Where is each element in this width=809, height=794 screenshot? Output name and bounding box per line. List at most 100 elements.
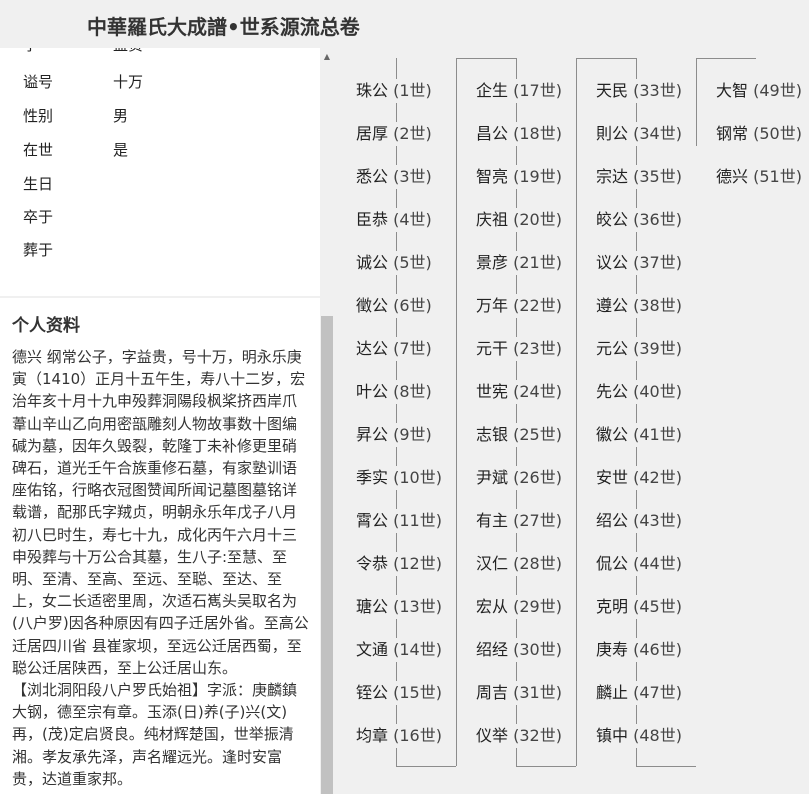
member-name: 庚寿 [596, 640, 634, 659]
member-name: 议公 [596, 253, 634, 272]
lineage-member[interactable]: 镇中 (48世) [594, 724, 684, 748]
member-generation: (35世) [633, 167, 682, 186]
lineage-member[interactable]: 绍公 (43世) [594, 509, 684, 533]
lineage-member[interactable]: 季实 (10世) [354, 466, 444, 490]
lineage-member[interactable]: 汉仁 (28世) [474, 552, 564, 576]
profile-label: 字 [23, 48, 113, 55]
member-generation: (6世) [393, 296, 432, 315]
lineage-connector [696, 58, 697, 146]
lineage-member[interactable]: 世宪 (24世) [474, 380, 564, 404]
lineage-member[interactable]: 庚寿 (46世) [594, 638, 684, 662]
member-generation: (42世) [633, 468, 682, 487]
member-generation: (49世) [753, 81, 802, 100]
lineage-member[interactable]: 诚公 (5世) [354, 251, 434, 275]
member-generation: (38世) [633, 296, 682, 315]
lineage-member[interactable]: 天民 (33世) [594, 79, 684, 103]
lineage-member[interactable]: 万年 (22世) [474, 294, 564, 318]
lineage-member[interactable]: 企生 (17世) [474, 79, 564, 103]
member-name: 克明 [596, 597, 634, 616]
lineage-member[interactable]: 安世 (42世) [594, 466, 684, 490]
profile-row-posthumous-name: 谥号 十万 [23, 72, 143, 92]
lineage-member[interactable]: 侃公 (44世) [594, 552, 684, 576]
lineage-member[interactable]: 庆祖 (20世) [474, 208, 564, 232]
scrollbar[interactable]: ▲ [320, 48, 334, 794]
member-name: 铚公 [356, 683, 394, 702]
lineage-member[interactable]: 悉公 (3世) [354, 165, 434, 189]
member-name: 叶公 [356, 382, 394, 401]
lineage-member[interactable]: 宗达 (35世) [594, 165, 684, 189]
profile-value: 十万 [113, 73, 144, 91]
lineage-member[interactable]: 令恭 (12世) [354, 552, 444, 576]
profile-panel[interactable]: 字益贵 谥号 十万 性别 男 在世 是 生日 卒于 葬于 个人资料 德兴 纲常公子，字… [0, 48, 320, 794]
member-generation: (41世) [633, 425, 682, 444]
lineage-member[interactable]: 达公 (7世) [354, 337, 434, 361]
lineage-member[interactable]: 大智 (49世) [714, 79, 804, 103]
member-name: 令恭 [356, 554, 394, 573]
lineage-member[interactable]: 周吉 (31世) [474, 681, 564, 705]
lineage-member[interactable]: 钢常 (50世) [714, 122, 804, 146]
member-generation: (28世) [513, 554, 562, 573]
profile-row-partial: 字益贵 [23, 48, 143, 55]
lineage-member[interactable]: 景彦 (21世) [474, 251, 564, 275]
lineage-member[interactable]: 议公 (37世) [594, 251, 684, 275]
lineage-member[interactable]: 徽公 (41世) [594, 423, 684, 447]
lineage-member[interactable]: 先公 (40世) [594, 380, 684, 404]
member-generation: (24世) [513, 382, 562, 401]
profile-label: 在世 [23, 141, 54, 159]
member-generation: (32世) [513, 726, 562, 745]
member-generation: (17世) [513, 81, 562, 100]
lineage-member[interactable]: 元公 (39世) [594, 337, 684, 361]
scroll-up-arrow-icon[interactable]: ▲ [320, 52, 334, 62]
lineage-member[interactable]: 仪举 (32世) [474, 724, 564, 748]
member-generation: (40世) [633, 382, 682, 401]
lineage-member[interactable]: 德兴 (51世) [714, 165, 804, 189]
lineage-member[interactable]: 遵公 (38世) [594, 294, 684, 318]
lineage-member[interactable]: 绍经 (30世) [474, 638, 564, 662]
lineage-member[interactable]: 珠公 (1世) [354, 79, 434, 103]
lineage-member[interactable]: 霄公 (11世) [354, 509, 444, 533]
member-generation: (9世) [393, 425, 432, 444]
lineage-member[interactable]: 铚公 (15世) [354, 681, 444, 705]
profile-value: 益贵 [113, 48, 143, 54]
member-generation: (48世) [633, 726, 682, 745]
lineage-member[interactable]: 瑭公 (13世) [354, 595, 444, 619]
lineage-member[interactable]: 均章 (16世) [354, 724, 444, 748]
member-name: 绍公 [596, 511, 634, 530]
profile-row-birthday: 生日 [23, 174, 113, 194]
lineage-member[interactable]: 志银 (25世) [474, 423, 564, 447]
lineage-member[interactable]: 克明 (45世) [594, 595, 684, 619]
lineage-member[interactable]: 元干 (23世) [474, 337, 564, 361]
lineage-tree: 珠公 (1世) 居厚 (2世) 悉公 (3世) 臣恭 (4世) 诚公 (5世) 徵公 (6… [334, 48, 809, 794]
member-name: 則公 [596, 124, 634, 143]
scrollbar-thumb[interactable] [321, 316, 333, 794]
lineage-member[interactable]: 叶公 (8世) [354, 380, 434, 404]
lineage-member[interactable]: 徵公 (6世) [354, 294, 434, 318]
lineage-member[interactable]: 尹斌 (26世) [474, 466, 564, 490]
member-generation: (43世) [633, 511, 682, 530]
member-name: 臣恭 [356, 210, 394, 229]
lineage-member[interactable]: 臣恭 (4世) [354, 208, 434, 232]
lineage-member[interactable]: 皎公 (36世) [594, 208, 684, 232]
lineage-member[interactable]: 昇公 (9世) [354, 423, 434, 447]
lineage-member[interactable]: 宏从 (29世) [474, 595, 564, 619]
member-name: 遵公 [596, 296, 634, 315]
member-name: 仪举 [476, 726, 514, 745]
member-name: 景彦 [476, 253, 514, 272]
member-name: 文通 [356, 640, 394, 659]
lineage-connector [636, 766, 696, 767]
lineage-member[interactable]: 麟止 (47世) [594, 681, 684, 705]
lineage-member[interactable]: 則公 (34世) [594, 122, 684, 146]
member-generation: (3世) [393, 167, 432, 186]
member-generation: (50世) [753, 124, 802, 143]
member-generation: (51世) [753, 167, 802, 186]
lineage-member[interactable]: 有主 (27世) [474, 509, 564, 533]
lineage-member[interactable]: 文通 (14世) [354, 638, 444, 662]
lineage-member[interactable]: 昌公 (18世) [474, 122, 564, 146]
profile-value: 男 [113, 107, 129, 125]
member-name: 悉公 [356, 167, 394, 186]
lineage-member[interactable]: 居厚 (2世) [354, 122, 434, 146]
member-name: 侃公 [596, 554, 634, 573]
member-generation: (8世) [393, 382, 432, 401]
lineage-connector [696, 58, 756, 59]
lineage-member[interactable]: 智亮 (19世) [474, 165, 564, 189]
